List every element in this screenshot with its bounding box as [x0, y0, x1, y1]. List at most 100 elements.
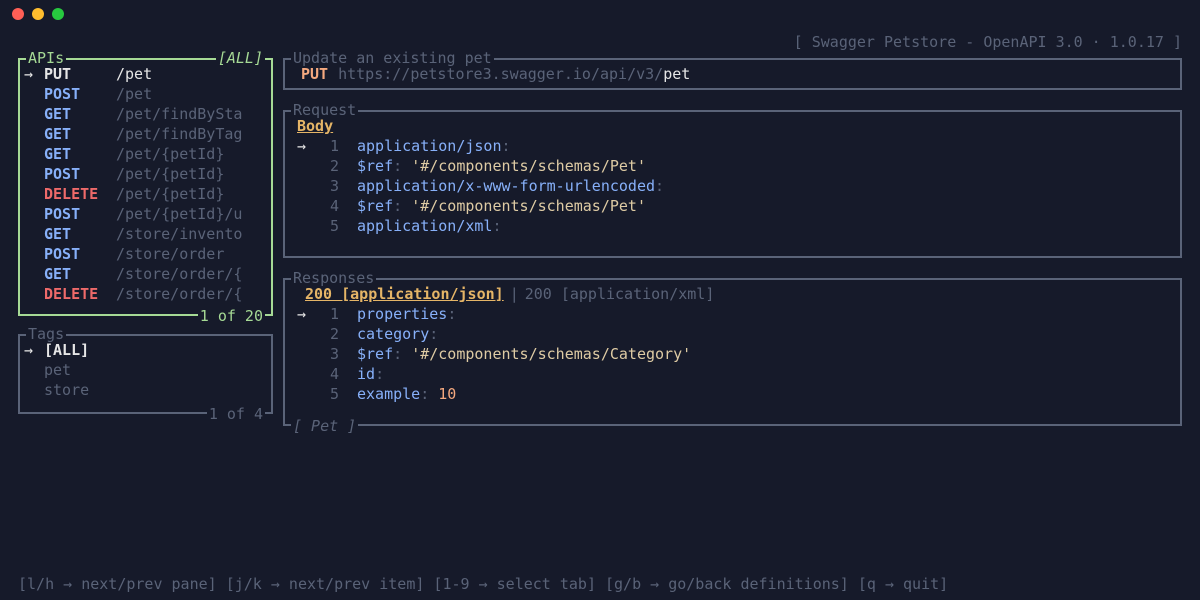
api-method: PUT [44, 64, 116, 84]
responses-tab-active[interactable]: 200 [application/json] [297, 284, 504, 304]
arrow-icon [24, 284, 44, 304]
api-path: /store/order/{ [116, 264, 242, 284]
tag-label: [ALL] [44, 340, 89, 360]
mac-max-dot[interactable] [52, 8, 64, 20]
api-title-line: [ Swagger Petstore - OpenAPI 3.0 · 1.0.1… [794, 32, 1182, 52]
api-path: /pet/{petId}/u [116, 204, 242, 224]
code-line[interactable]: 5 example: 10 [297, 384, 1172, 404]
code-line[interactable]: 4 $ref: '#/components/schemas/Pet' [297, 196, 1172, 216]
code-content: application/xml: [357, 216, 502, 236]
api-path: /pet/{petId} [116, 144, 224, 164]
line-number: 1 [317, 136, 339, 156]
api-path: /pet/{petId} [116, 164, 224, 184]
code-line[interactable]: 3 $ref: '#/components/schemas/Category' [297, 344, 1172, 364]
code-content: application/json: [357, 136, 511, 156]
apis-panel[interactable]: APIs [ALL] 1 of 20 →PUT/pet POST/pet GET… [18, 58, 273, 316]
api-path: /store/order [116, 244, 224, 264]
code-line[interactable]: 4 id: [297, 364, 1172, 384]
line-number: 4 [317, 196, 339, 216]
api-item[interactable]: POST/pet/{petId} [24, 164, 271, 184]
api-item[interactable]: POST/pet [24, 84, 271, 104]
line-number: 4 [317, 364, 339, 384]
arrow-icon [24, 224, 44, 244]
tag-item[interactable]: →[ALL] [24, 340, 271, 360]
api-item[interactable]: GET/store/order/{ [24, 264, 271, 284]
api-path: /pet/findByTag [116, 124, 242, 144]
arrow-icon [24, 264, 44, 284]
line-number: 5 [317, 216, 339, 236]
code-line[interactable]: →1properties: [297, 304, 1172, 324]
api-method: GET [44, 124, 116, 144]
code-content: category: [357, 324, 438, 344]
code-content: application/x-www-form-urlencoded: [357, 176, 664, 196]
arrow-icon [24, 84, 44, 104]
code-line[interactable]: 2 category: [297, 324, 1172, 344]
api-path: /store/invento [116, 224, 242, 244]
line-number: 2 [317, 156, 339, 176]
code-content: id: [357, 364, 384, 384]
tag-item[interactable]: pet [24, 360, 271, 380]
api-path: /store/order/{ [116, 284, 242, 304]
request-tab-body[interactable]: Body [289, 116, 333, 136]
line-number: 3 [317, 176, 339, 196]
tag-item[interactable]: store [24, 380, 271, 400]
code-content: $ref: '#/components/schemas/Pet' [357, 196, 646, 216]
tag-label: store [44, 380, 89, 400]
tags-panel[interactable]: Tags 1 of 4 →[ALL] pet store [18, 334, 273, 414]
api-path: /pet/{petId} [116, 184, 224, 204]
code-content: $ref: '#/components/schemas/Pet' [357, 156, 646, 176]
api-item[interactable]: →PUT/pet [24, 64, 271, 84]
api-method: DELETE [44, 284, 116, 304]
tag-label: pet [44, 360, 71, 380]
code-content: example: 10 [357, 384, 456, 404]
code-line[interactable]: 5 application/xml: [297, 216, 1172, 236]
api-item[interactable]: DELETE/pet/{petId} [24, 184, 271, 204]
arrow-icon [24, 204, 44, 224]
api-item[interactable]: POST/store/order [24, 244, 271, 264]
api-path: /pet [116, 84, 152, 104]
arrow-icon [24, 144, 44, 164]
line-number: 5 [317, 384, 339, 404]
api-method: POST [44, 244, 116, 264]
api-item[interactable]: POST/pet/{petId}/u [24, 204, 271, 224]
line-number: 1 [317, 304, 339, 324]
code-content: properties: [357, 304, 456, 324]
request-panel[interactable]: Request Body →1application/json: 2 $ref:… [283, 110, 1182, 258]
api-method: POST [44, 84, 116, 104]
arrow-icon [24, 244, 44, 264]
code-content: $ref: '#/components/schemas/Category' [357, 344, 691, 364]
code-line[interactable]: →1application/json: [297, 136, 1172, 156]
responses-panel[interactable]: Responses [ Pet ] 200 [application/json]… [283, 278, 1182, 426]
api-method: POST [44, 164, 116, 184]
line-number: 2 [317, 324, 339, 344]
code-line[interactable]: 3 application/x-www-form-urlencoded: [297, 176, 1172, 196]
api-item[interactable]: GET/pet/findByTag [24, 124, 271, 144]
arrow-icon [24, 124, 44, 144]
responses-tab-inactive[interactable]: 200 [application/xml] [525, 284, 715, 304]
arrow-icon: → [24, 64, 44, 84]
endpoint-method: PUT [301, 64, 328, 84]
arrow-icon [24, 184, 44, 204]
api-method: GET [44, 144, 116, 164]
arrow-icon: → [24, 340, 44, 360]
endpoint-url: https://petstore3.swagger.io/api/v3/pet [338, 64, 690, 84]
mac-close-dot[interactable] [12, 8, 24, 20]
help-line: [l/h → next/prev pane] [j/k → next/prev … [18, 574, 1182, 594]
api-item[interactable]: GET/pet/findBySta [24, 104, 271, 124]
api-path: /pet [116, 64, 152, 84]
arrow-icon [24, 104, 44, 124]
api-method: POST [44, 204, 116, 224]
terminal-window: [ Swagger Petstore - OpenAPI 3.0 · 1.0.1… [0, 0, 1200, 600]
api-path: /pet/findBySta [116, 104, 242, 124]
api-method: GET [44, 104, 116, 124]
code-line[interactable]: 2 $ref: '#/components/schemas/Pet' [297, 156, 1172, 176]
mac-titlebar [0, 0, 1200, 28]
api-item[interactable]: DELETE/store/order/{ [24, 284, 271, 304]
arrow-icon [24, 164, 44, 184]
api-method: GET [44, 224, 116, 244]
mac-min-dot[interactable] [32, 8, 44, 20]
api-item[interactable]: GET/pet/{petId} [24, 144, 271, 164]
api-item[interactable]: GET/store/invento [24, 224, 271, 244]
endpoint-panel: Update an existing pet PUT https://petst… [283, 58, 1182, 90]
api-method: DELETE [44, 184, 116, 204]
